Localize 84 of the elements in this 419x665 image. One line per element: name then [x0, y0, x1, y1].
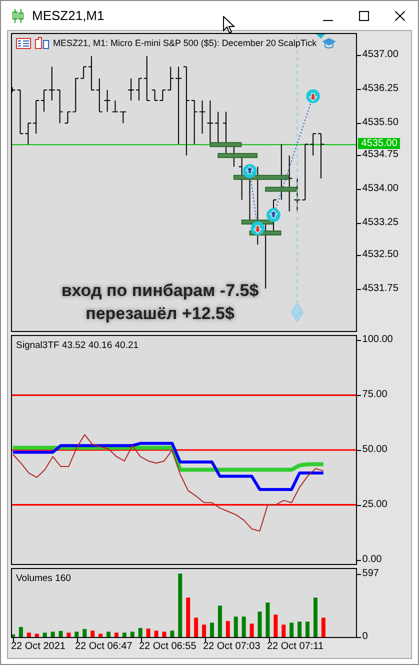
volume-bar [114, 632, 118, 637]
price-label: 4537.00 [362, 48, 398, 62]
price-label: 4535.50 [362, 116, 398, 130]
time-label: 22 Oct 06:47 [75, 641, 132, 652]
volume-bar [274, 614, 278, 637]
axis-label: 25.00 [362, 498, 388, 512]
volume-bar [242, 616, 246, 637]
volume-bar [313, 598, 318, 637]
triangle-icon [316, 34, 326, 39]
indicator-chart[interactable]: Signal3TF 43.52 40.16 40.21 [11, 335, 358, 565]
axis-label: 0.00 [362, 552, 382, 567]
expert-name: ScalpTick [278, 38, 317, 48]
volume-bar [106, 632, 110, 637]
close-icon [395, 10, 405, 20]
price-label: 4536.25 [362, 82, 398, 96]
symbol-title: MESZ21, M1: Micro E-mini S&P 500 ($5): December 20 [53, 38, 276, 48]
volume-bar [202, 624, 206, 637]
volume-bar [194, 618, 198, 637]
volume-bar [18, 627, 23, 637]
list-icon [16, 38, 31, 48]
volume-bar [98, 634, 103, 637]
volume-bar [66, 632, 71, 637]
volume-bar [321, 618, 326, 637]
note-text: вход по пинбарам -7.5$ [61, 280, 259, 301]
order-level-bar [210, 142, 242, 148]
volume-bar [282, 624, 286, 637]
window-title: MESZ21,M1 [32, 8, 104, 23]
cursor-icon [223, 16, 235, 34]
price-chart[interactable]: MESZ21, M1: Micro E-mini S&P 500 ($5): December 20 ScalpTick вход по пинбарам -7.5$ перезашёл +12.5$ [11, 33, 358, 332]
volume-bar [290, 622, 294, 637]
axis-label: 597 [362, 566, 379, 581]
price-label: 4534.75 [362, 148, 398, 162]
volume-bar [170, 630, 174, 637]
candlestick-icon [12, 8, 24, 22]
volume-bar [82, 629, 87, 637]
volume-bar [34, 634, 39, 637]
chart-icon [35, 37, 49, 49]
time-label: 22 Oct 06:55 [139, 641, 196, 652]
volume-bar [250, 624, 254, 637]
volume-bar [306, 622, 310, 637]
volume-bar [50, 632, 55, 637]
volume-bar [210, 622, 214, 637]
axis-label: 50.00 [362, 443, 388, 457]
volume-bar [146, 628, 150, 637]
volume-bar [42, 632, 47, 637]
axis-label: 100.00 [362, 333, 393, 348]
price-label: 4533.25 [362, 216, 398, 230]
volume-bar [234, 616, 238, 637]
volume-bar [26, 632, 31, 637]
maximize-icon [359, 10, 369, 20]
volume-bar [298, 622, 302, 637]
price-label: 4531.75 [362, 282, 398, 296]
time-label: 22 Oct 07:03 [203, 641, 260, 652]
volume-bar [12, 634, 15, 637]
volume-bar [138, 628, 142, 637]
note-text: перезашёл +12.5$ [86, 303, 234, 324]
volume-bar [122, 632, 126, 637]
axis-label: 75.00 [362, 388, 388, 402]
volume-chart[interactable]: Volumes 160 [11, 568, 358, 638]
volume-bar [226, 620, 230, 637]
volume-bar [266, 602, 270, 637]
order-level-bar [233, 174, 290, 180]
current-price-label: 4535.00 [358, 138, 400, 149]
volume-bar [162, 632, 166, 637]
indicator-label: Signal3TF 43.52 40.16 40.21 [16, 340, 139, 351]
time-label: 22 Oct 07:11 [267, 641, 324, 652]
volume-bar [90, 630, 95, 637]
price-label: 4532.50 [362, 248, 398, 262]
volume-bar [178, 574, 182, 637]
volume-label: Volumes 160 [16, 573, 71, 584]
graduation-cap-icon [320, 37, 337, 49]
time-label: 22 Oct 2021 [11, 641, 66, 652]
volume-bar [186, 598, 190, 637]
order-level-bar [218, 153, 258, 158]
volume-bar [58, 630, 63, 637]
volume-bar [74, 632, 79, 637]
volume-bar [154, 630, 158, 637]
price-label: 4534.00 [362, 182, 398, 196]
volume-bar [258, 612, 262, 637]
lightning-icon [290, 302, 304, 322]
volume-bar [130, 632, 134, 637]
volume-bar [218, 606, 222, 637]
axis-label: 0 [362, 630, 368, 644]
order-level-bar [265, 186, 298, 192]
